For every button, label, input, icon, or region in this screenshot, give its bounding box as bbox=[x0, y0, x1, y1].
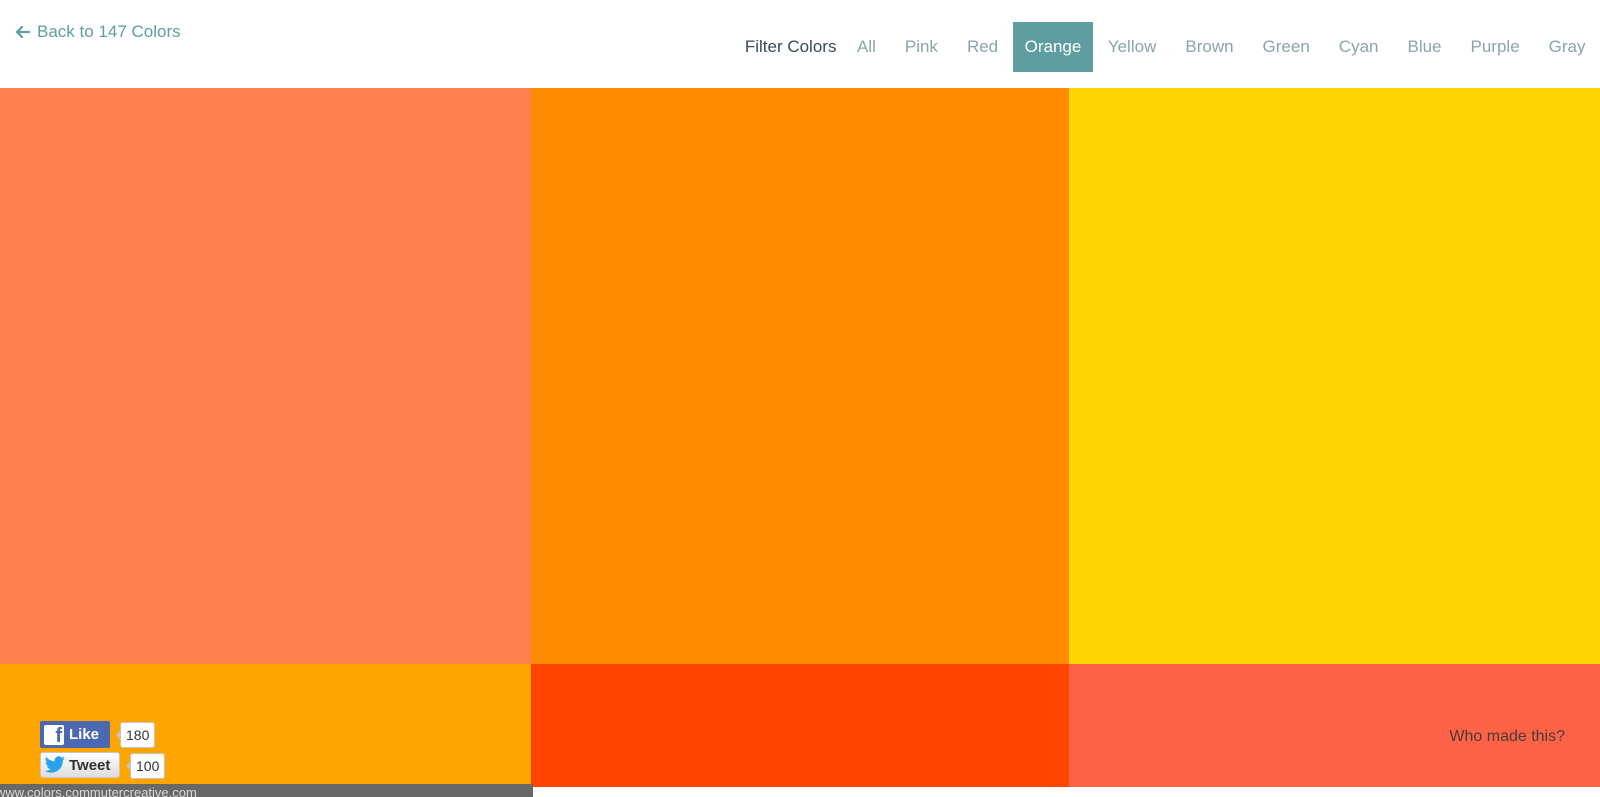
color-swatch[interactable] bbox=[1069, 664, 1600, 787]
facebook-icon: f bbox=[44, 724, 64, 746]
back-link[interactable]: Back to 147 Colors bbox=[15, 20, 181, 44]
filter-all[interactable]: All bbox=[842, 22, 890, 72]
browser-status-bar: www.colors.commutercreative.com bbox=[0, 784, 533, 797]
filter-red[interactable]: Red bbox=[952, 22, 1012, 72]
back-link-label: Back to 147 Colors bbox=[37, 22, 181, 41]
like-count: 180 bbox=[115, 722, 156, 748]
who-made-this-link[interactable]: Who made this? bbox=[1449, 728, 1565, 746]
filter-nav: Filter Colors All Pink Red Orange Yellow… bbox=[745, 22, 1600, 72]
tweet-count: 100 bbox=[125, 753, 166, 779]
twitter-bird-icon bbox=[44, 756, 65, 773]
status-url: www.colors.commutercreative.com bbox=[0, 785, 197, 797]
tweet-label: Tweet bbox=[69, 756, 111, 774]
filter-pink[interactable]: Pink bbox=[890, 22, 952, 72]
arrow-left-icon bbox=[15, 25, 31, 39]
facebook-like-button[interactable]: f Like bbox=[40, 721, 110, 748]
filter-yellow[interactable]: Yellow bbox=[1093, 22, 1171, 72]
tweet-button[interactable]: Tweet bbox=[40, 752, 120, 778]
filter-cyan[interactable]: Cyan bbox=[1324, 22, 1393, 72]
color-swatch[interactable] bbox=[0, 88, 531, 664]
filter-brown[interactable]: Brown bbox=[1171, 22, 1248, 72]
filter-blue[interactable]: Blue bbox=[1393, 22, 1456, 72]
top-bar: Back to 147 Colors Filter Colors All Pin… bbox=[0, 0, 1600, 88]
filter-label: Filter Colors bbox=[744, 37, 837, 56]
color-swatch[interactable] bbox=[531, 664, 1069, 787]
color-swatch[interactable] bbox=[1069, 88, 1600, 664]
color-swatch[interactable] bbox=[531, 88, 1069, 664]
filter-gray[interactable]: Gray bbox=[1534, 22, 1600, 72]
filter-green[interactable]: Green bbox=[1248, 22, 1324, 72]
filter-purple[interactable]: Purple bbox=[1456, 22, 1534, 72]
filter-orange[interactable]: Orange bbox=[1012, 22, 1094, 72]
like-label: Like bbox=[69, 726, 100, 743]
